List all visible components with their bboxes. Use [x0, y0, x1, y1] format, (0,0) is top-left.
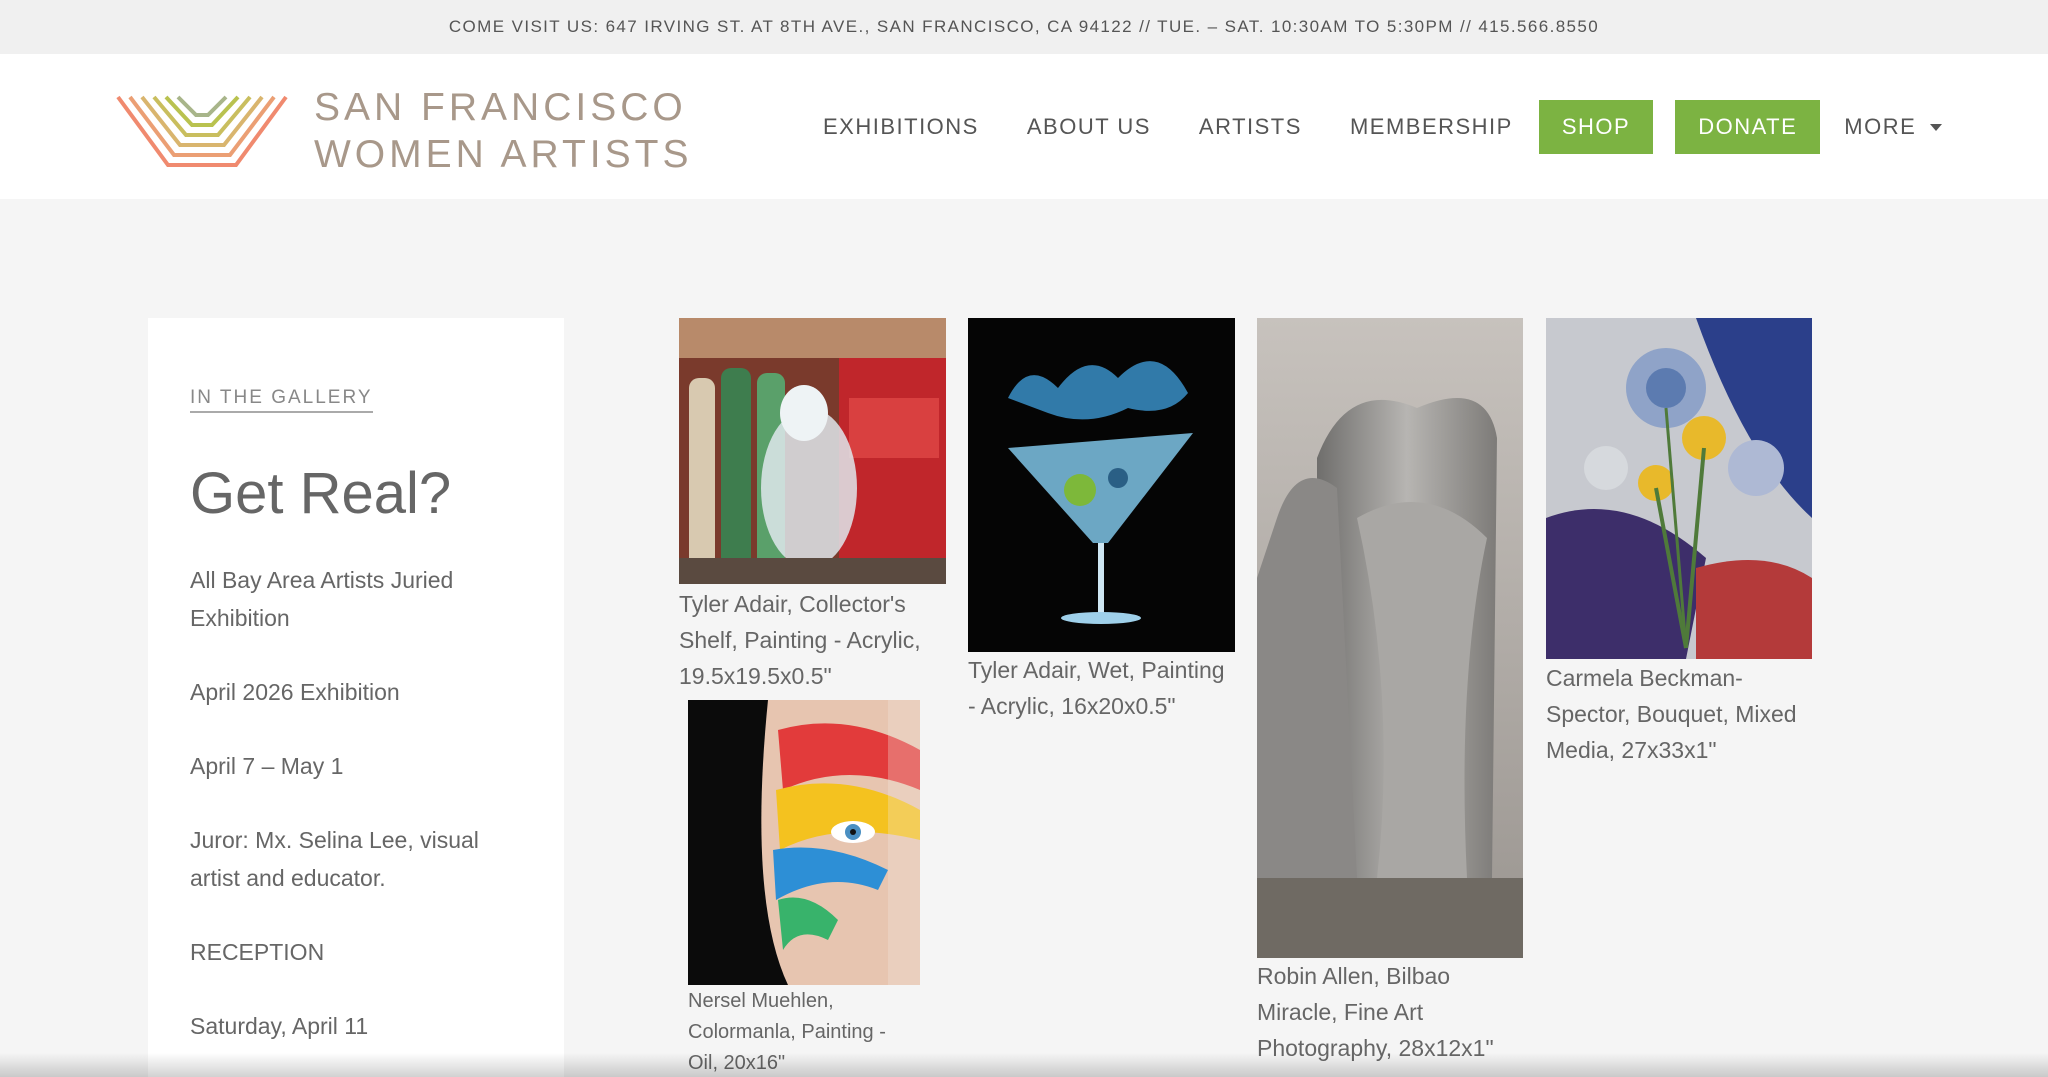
- in-the-gallery-link[interactable]: IN THE GALLERY: [190, 387, 373, 413]
- site-logo[interactable]: SAN FRANCISCO WOMEN ARTISTS: [116, 84, 692, 178]
- logo-line-1: SAN FRANCISCO: [314, 86, 687, 129]
- artwork-caption-wet: Tyler Adair, Wet, Painting - Acrylic, 16…: [968, 657, 1225, 719]
- artwork-caption-bilbao-miracle: Robin Allen, Bilbao Miracle, Fine Art Ph…: [1257, 963, 1494, 1061]
- exhibition-dates: April 7 – May 1: [190, 753, 344, 779]
- exhibition-label: April 2026 Exhibition: [190, 679, 400, 705]
- donate-button[interactable]: DONATE: [1675, 100, 1821, 154]
- shop-button[interactable]: SHOP: [1538, 100, 1654, 154]
- artwork-wet-image[interactable]: [968, 318, 1235, 652]
- visit-info-text: COME VISIT US: 647 IRVING ST. AT 8TH AVE…: [448, 17, 1600, 36]
- reception-date: Saturday, April 11: [190, 1013, 369, 1039]
- top-info-bar: COME VISIT US: 647 IRVING ST. AT 8TH AVE…: [0, 0, 2048, 54]
- logo-mark-icon: [116, 95, 288, 167]
- nav-about-us[interactable]: ABOUT US: [1027, 114, 1151, 140]
- artwork-bilbao-miracle-image[interactable]: [1257, 318, 1523, 958]
- logo-wordmark: SAN FRANCISCO WOMEN ARTISTS: [314, 84, 692, 178]
- juror-info: Juror: Mx. Selina Lee, visual artist and…: [190, 827, 479, 891]
- nav-artists[interactable]: ARTISTS: [1199, 114, 1302, 140]
- main-nav: EXHIBITIONS ABOUT US ARTISTS MEMBERSHIP …: [823, 100, 1943, 154]
- site-header: SAN FRANCISCO WOMEN ARTISTS EXHIBITIONS …: [0, 54, 2048, 199]
- artwork-caption-collectors-shelf: Tyler Adair, Collector's Shelf, Painting…: [679, 591, 921, 689]
- nav-exhibitions[interactable]: EXHIBITIONS: [823, 114, 979, 140]
- gallery-info-card: IN THE GALLERY Get Real? All Bay Area Ar…: [148, 318, 564, 1077]
- artwork-caption-bouquet: Carmela Beckman-Spector, Bouquet, Mixed …: [1546, 665, 1797, 763]
- exhibition-subtitle: All Bay Area Artists Juried Exhibition: [190, 567, 454, 631]
- nav-more-dropdown[interactable]: MORE: [1844, 114, 1943, 140]
- caret-down-icon: [1930, 123, 1943, 131]
- nav-more-label: MORE: [1844, 114, 1917, 139]
- exhibition-title: Get Real?: [190, 461, 452, 526]
- artwork-bouquet-image[interactable]: [1546, 318, 1812, 659]
- artwork-colormanla-image[interactable]: [688, 700, 920, 985]
- window-bottom-shadow: [0, 1053, 2048, 1077]
- reception-label: RECEPTION: [190, 939, 325, 965]
- logo-line-2: WOMEN ARTISTS: [314, 133, 693, 176]
- artwork-collectors-shelf-image[interactable]: [679, 318, 946, 584]
- nav-membership[interactable]: MEMBERSHIP: [1350, 114, 1513, 140]
